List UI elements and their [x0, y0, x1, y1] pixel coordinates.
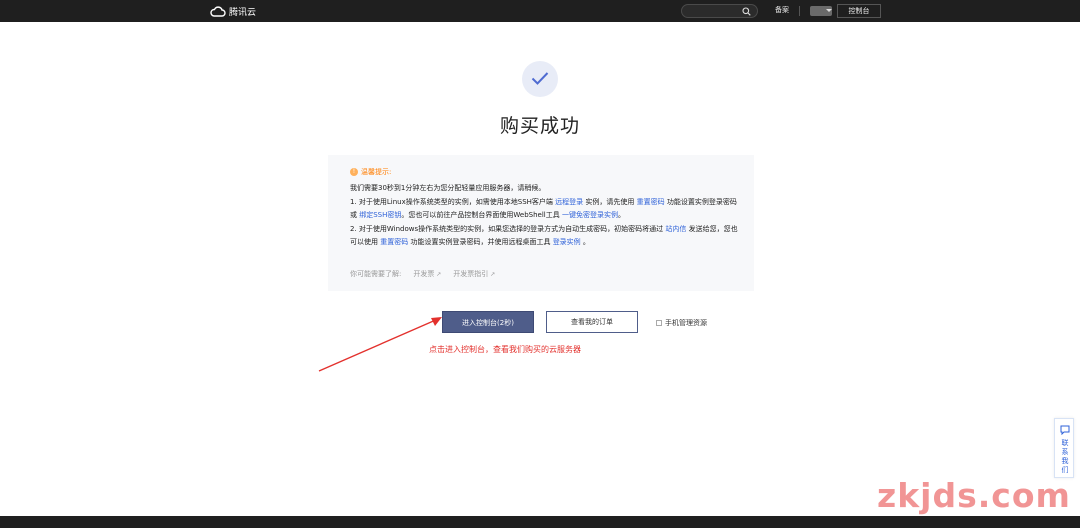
annotation-arrow-icon: [318, 317, 442, 372]
notice-text-fragment: 。: [617, 211, 625, 220]
tip-header: ! 温馨提示:: [350, 167, 391, 177]
nav-beian-link[interactable]: 备案: [775, 5, 789, 15]
enter-console-button[interactable]: 进入控制台(2秒): [442, 311, 534, 333]
notice-text-fragment: 。您也可以前往产品控制台界面使用WebShell工具: [401, 211, 562, 220]
annotation-text: 点击进入控制台，查看我们购买的云服务器: [429, 345, 581, 354]
info-icon: !: [350, 168, 358, 176]
remote-login-link[interactable]: 远程登录: [555, 198, 583, 206]
search-input[interactable]: [681, 4, 758, 18]
mobile-manage-link[interactable]: 手机管理资源: [656, 318, 707, 328]
search-icon[interactable]: [742, 7, 751, 16]
notice-line-linux: 1. 对于使用Linux操作系统类型的实例，如需使用本地SSH客户端 远程登录 …: [350, 196, 738, 223]
site-message-link[interactable]: 站内信: [665, 225, 686, 233]
contact-us-label: 联系我们: [1061, 439, 1069, 474]
invoice-guide-link[interactable]: 开发票指引: [453, 269, 495, 279]
notice-text-fragment: 功能设置实例登录密码，并使用远程桌面工具: [408, 238, 553, 247]
chevron-down-icon[interactable]: [826, 9, 832, 12]
chat-bubble-icon: [1060, 425, 1070, 435]
footer-bar: [0, 516, 1080, 528]
reset-password-link[interactable]: 重置密码: [637, 198, 665, 206]
notice-intro: 我们需要30秒到1分钟左右为您分配轻量应用服务器，请稍候。: [350, 184, 546, 192]
bind-ssh-key-link[interactable]: 绑定SSH密钥: [359, 211, 401, 219]
notice-panel: ! 温馨提示: 我们需要30秒到1分钟左右为您分配轻量应用服务器，请稍候。 1.…: [328, 155, 754, 291]
divider: [799, 6, 800, 16]
notice-text-fragment: 1. 对于使用Linux操作系统类型的实例，如需使用本地SSH客户端: [350, 197, 556, 206]
check-icon: [531, 72, 549, 85]
related-links-label: 你可能需要了解:: [350, 270, 402, 278]
qr-code-icon: [656, 320, 662, 326]
tip-label: 温馨提示:: [361, 168, 392, 176]
page-title: 购买成功: [499, 115, 580, 137]
success-check-badge: [522, 61, 558, 97]
top-navigation-bar: 腾讯云 备案 控制台: [0, 0, 1080, 22]
notice-text-fragment: 实例，请先使用: [583, 197, 637, 206]
console-button[interactable]: 控制台: [837, 4, 881, 18]
cloud-logo-icon: [210, 5, 226, 17]
notice-text-fragment: 2. 对于使用Windows操作系统类型的实例，如果您选择的登录方式为自动生成密…: [350, 224, 666, 233]
reset-password-link-2[interactable]: 重置密码: [380, 238, 408, 246]
logo-text: 腾讯云: [229, 7, 257, 18]
view-orders-button[interactable]: 查看我的订单: [546, 311, 638, 333]
mobile-manage-label: 手机管理资源: [665, 319, 707, 327]
one-click-login-link[interactable]: 一键免密登录实例: [562, 211, 618, 219]
related-links: 你可能需要了解: 开发票 开发票指引: [350, 269, 495, 279]
login-instance-link[interactable]: 登录实例: [553, 238, 581, 246]
notice-line-windows: 2. 对于使用Windows操作系统类型的实例，如果您选择的登录方式为自动生成密…: [350, 223, 738, 250]
invoice-link[interactable]: 开发票: [413, 269, 441, 279]
notice-text: 我们需要30秒到1分钟左右为您分配轻量应用服务器，请稍候。 1. 对于使用Lin…: [350, 182, 738, 250]
logo[interactable]: 腾讯云: [210, 4, 256, 18]
contact-us-float[interactable]: 联系我们: [1054, 418, 1074, 478]
watermark: zkjds.com: [877, 476, 1071, 515]
notice-text-fragment: 。: [580, 238, 590, 247]
